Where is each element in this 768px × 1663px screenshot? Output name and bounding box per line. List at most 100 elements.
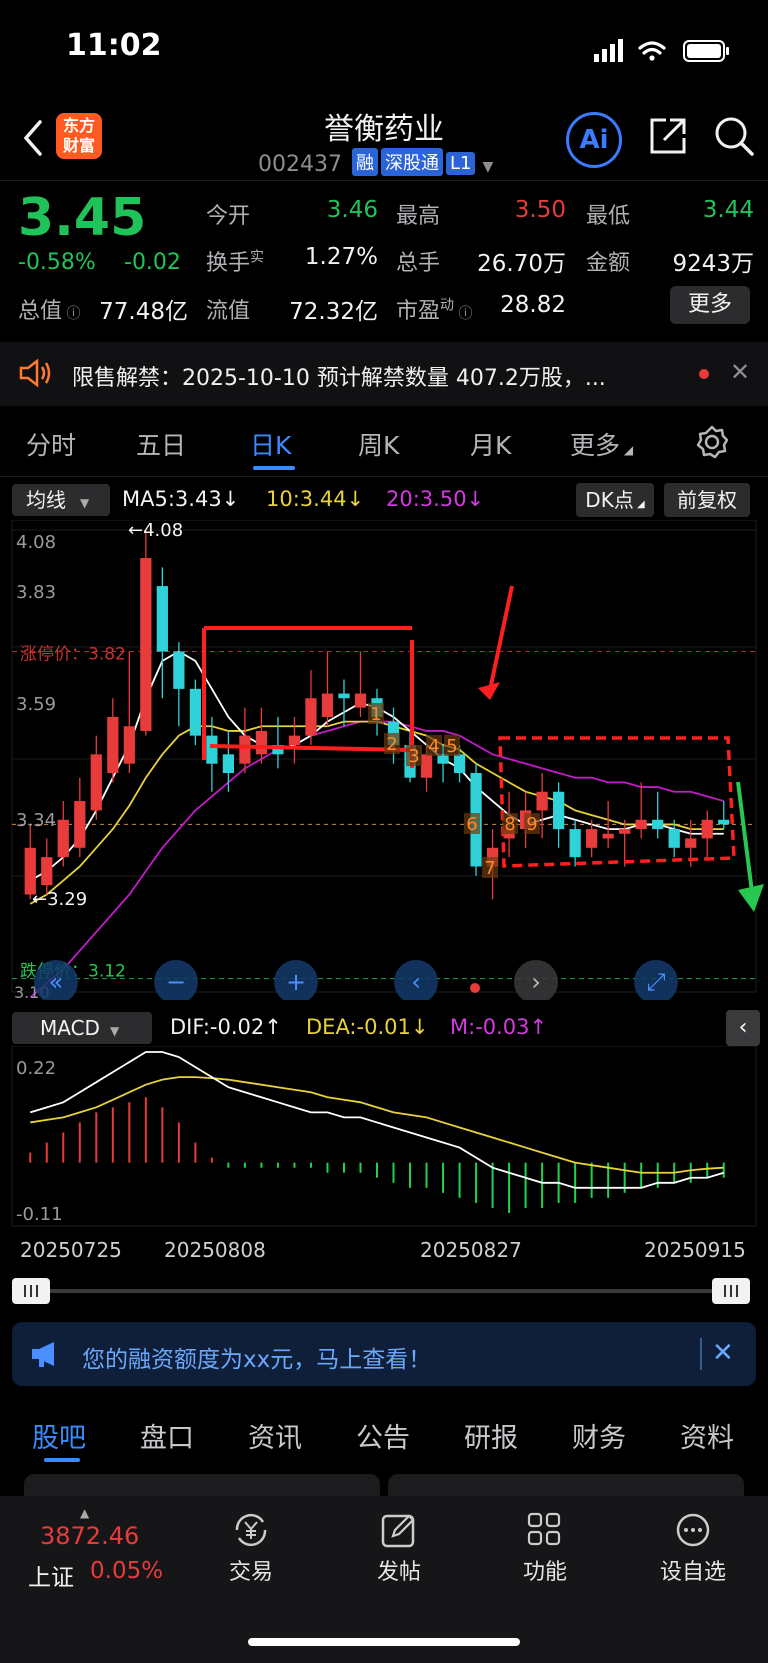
macd-labels: 0.22 -0.11: [16, 1058, 63, 1225]
marker-dot: [470, 983, 480, 993]
tab-announcements[interactable]: 公告: [356, 1416, 410, 1455]
high-label: 最高: [396, 204, 441, 229]
home-indicator: [248, 1638, 520, 1646]
macd-grid: [11, 1046, 757, 1227]
tab-profile[interactable]: 资料: [680, 1416, 734, 1455]
candle: [536, 791, 548, 811]
candle: [586, 829, 598, 848]
index-name[interactable]: 上证: [28, 1558, 74, 1592]
mktcap-value: 77.48亿: [99, 299, 188, 325]
chevron-down-icon: ▼: [482, 159, 494, 175]
limit-up-label: 涨停价：3.82: [20, 645, 126, 665]
candle: [718, 819, 730, 825]
tab-forum[interactable]: 股吧: [32, 1416, 86, 1455]
chevron-right-icon[interactable]: ›: [514, 960, 558, 1000]
candle: [41, 857, 53, 886]
share-icon[interactable]: [646, 114, 690, 158]
count-label: 4: [428, 736, 439, 757]
tab-financials[interactable]: 财务: [572, 1416, 626, 1455]
candle: [553, 791, 565, 830]
count-label: 9: [526, 814, 537, 835]
search-icon[interactable]: [712, 114, 756, 158]
dea-value: DEA:-0.01↓: [306, 1015, 429, 1039]
macd-border: [11, 1046, 757, 1227]
ai-icon[interactable]: Ai: [566, 112, 622, 168]
index-value[interactable]: 3872.46: [40, 1522, 139, 1550]
chart-scrollbar[interactable]: [12, 1278, 750, 1304]
candle: [140, 558, 152, 731]
chevron-left-icon[interactable]: ‹: [394, 960, 438, 1000]
dk-point-button[interactable]: DK点 ◢: [576, 483, 654, 517]
change-percent: -0.58%: [18, 250, 96, 275]
ma5-line: [29, 650, 724, 882]
candle: [338, 693, 350, 699]
count-label: 6: [466, 814, 477, 835]
annotation-dashed-box: [498, 736, 736, 868]
candle: [74, 801, 86, 848]
forum-card[interactable]: [24, 1474, 380, 1496]
gear-icon[interactable]: [694, 424, 730, 460]
date-label: 20250915: [644, 1238, 746, 1262]
annotation-arrow: [488, 585, 514, 691]
count-label: 2: [386, 734, 397, 755]
zoom-out-icon[interactable]: −: [154, 960, 198, 1000]
control-glyph: ‹: [411, 968, 421, 996]
pe-label: 市盈动 ⓘ: [396, 297, 473, 324]
tab-monthly-k[interactable]: 月K: [470, 426, 511, 462]
tab-five-day[interactable]: 五日: [136, 426, 186, 462]
collapse-button[interactable]: ‹: [726, 1010, 760, 1046]
unread-dot: [699, 369, 709, 379]
candle: [206, 735, 218, 764]
adjust-button[interactable]: 前复权: [664, 483, 750, 517]
nav-post[interactable]: 发帖: [344, 1510, 454, 1586]
index-percent[interactable]: 0.05%: [90, 1558, 163, 1584]
banner-text: 您的融资额度为xx元，马上查看！: [82, 1347, 432, 1373]
high-value: 3.50: [514, 197, 566, 223]
candle: [123, 726, 135, 764]
candle: [173, 651, 185, 689]
candle: [652, 819, 664, 830]
forum-card[interactable]: [388, 1474, 744, 1496]
control-glyph: ⤢: [646, 968, 665, 996]
macd-select[interactable]: MACD ▼: [12, 1012, 152, 1044]
nav-trade[interactable]: 交易: [196, 1510, 306, 1586]
close-icon[interactable]: ✕: [730, 358, 750, 386]
close-icon[interactable]: ✕: [712, 1338, 734, 1368]
tab-daily-k[interactable]: 日K: [250, 426, 291, 462]
yen-exchange-icon: [235, 1513, 267, 1547]
kline-chart[interactable]: 1234567894.083.833.593.343.10涨停价：3.82跌停价…: [0, 520, 768, 1000]
candle: [288, 735, 301, 745]
low-label: 最低: [586, 204, 631, 229]
ma10-value: 10:3.44↓: [266, 487, 365, 511]
zoom-in-icon[interactable]: +: [274, 960, 318, 1000]
annotation-box: [202, 626, 414, 768]
expand-icon[interactable]: ⤢: [634, 960, 678, 1000]
arrow-head: [738, 884, 764, 912]
arrow-head: [478, 682, 500, 700]
nav-functions[interactable]: 功能: [490, 1510, 600, 1586]
candle: [90, 754, 102, 811]
candle: [619, 829, 631, 834]
open-label: 今开: [206, 204, 251, 229]
open-value: 3.46: [326, 197, 378, 223]
more-button[interactable]: 更多: [670, 286, 750, 324]
stock-code-row[interactable]: 002437 融深股通 L1 ▼: [258, 148, 493, 177]
tab-orderbook[interactable]: 盘口: [140, 1416, 194, 1455]
tab-news[interactable]: 资讯: [248, 1416, 302, 1455]
ma-select[interactable]: 均线 ▼: [12, 484, 110, 516]
candle: [239, 735, 251, 764]
count-label: 7: [484, 858, 495, 879]
status-time: 11:02: [66, 28, 162, 63]
tab-more[interactable]: 更多 ◢: [570, 426, 633, 462]
wifi-icon: [638, 41, 666, 61]
nav-watchlist[interactable]: 设自选: [638, 1510, 748, 1586]
tab-research[interactable]: 研报: [464, 1416, 518, 1455]
tab-intraday[interactable]: 分时: [26, 426, 76, 462]
macd-chart[interactable]: 0.22 -0.11: [0, 1046, 768, 1230]
max-marker: ←4.08: [128, 520, 183, 541]
candle: [107, 716, 119, 774]
candle: [453, 754, 466, 774]
price-axis-label: 3.34: [16, 810, 56, 831]
tab-weekly-k[interactable]: 周K: [358, 426, 399, 462]
battery-icon: [683, 40, 729, 62]
